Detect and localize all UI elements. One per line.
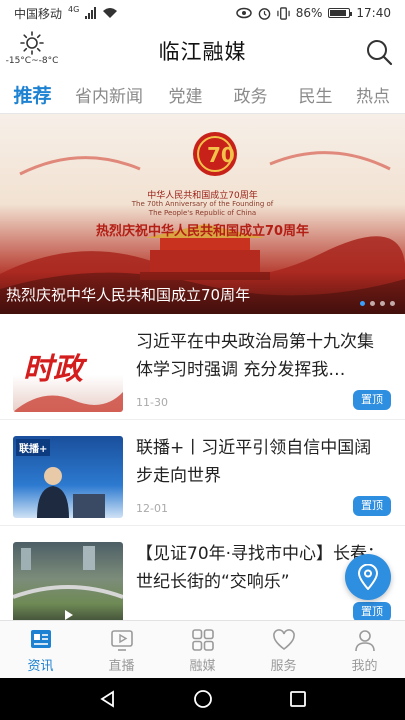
location-pin-icon: [357, 564, 379, 590]
tab-government[interactable]: 政务: [218, 82, 283, 107]
bottom-tab-news[interactable]: 资讯: [0, 621, 81, 678]
grid-icon: [191, 629, 214, 651]
weather-temperature: -15°C~-8°C: [5, 56, 59, 66]
bottom-tab-profile[interactable]: 我的: [324, 621, 405, 678]
clock: 17:40: [356, 6, 391, 20]
carousel-dot[interactable]: [370, 301, 375, 306]
news-date: 11-30: [136, 396, 168, 409]
app-header: -15°C~-8°C 临江融媒: [0, 26, 405, 76]
search-icon[interactable]: [365, 38, 393, 66]
status-left: 中国移动 4G: [14, 5, 118, 22]
tab-hot[interactable]: 热点: [348, 82, 398, 107]
carrier-name: 中国移动: [14, 6, 63, 21]
carousel-dot[interactable]: [390, 301, 395, 306]
carousel-dot[interactable]: [360, 301, 365, 306]
bottom-tab-bar: 资讯 直播 融媒 服务 我的: [0, 620, 405, 678]
bottom-tab-media[interactable]: 融媒: [162, 621, 243, 678]
bottom-tab-label: 我的: [351, 659, 378, 674]
weather-widget[interactable]: -15°C~-8°C: [4, 30, 60, 66]
tab-province-news[interactable]: 省内新闻: [65, 82, 153, 107]
banner-carousel[interactable]: 70 中华人民共和国成立70周年 The 70th Anniversary of…: [0, 114, 405, 314]
tab-party-building[interactable]: 党建: [153, 82, 218, 107]
emblem-number: 70: [207, 143, 235, 167]
pinned-badge: 置顶: [353, 602, 391, 620]
tab-recommend[interactable]: 推荐: [0, 81, 65, 108]
battery-percent: 86%: [295, 6, 323, 20]
recents-icon[interactable]: [288, 689, 308, 709]
back-icon[interactable]: [98, 689, 118, 709]
poster-subtitle-en2: The People's Republic of China: [148, 209, 257, 217]
vibrate-icon: [277, 6, 290, 20]
page-title: 临江融媒: [158, 40, 247, 64]
poster-subtitle-en1: The 70th Anniversary of the Founding of: [131, 200, 274, 208]
heart-icon: [272, 629, 295, 650]
live-icon: [110, 630, 133, 651]
news-thumbnail: 时政: [13, 330, 123, 412]
bottom-tab-label: 直播: [108, 659, 135, 674]
network-type: 4G: [68, 4, 80, 14]
user-icon: [354, 630, 375, 652]
carousel-dots: [360, 301, 395, 306]
news-item[interactable]: 时政 习近平在中央政治局第十九次集体学习时强调 充分发挥我… 11-30 置顶: [0, 314, 405, 420]
news-title: 联播+丨习近平引领自信中国阔步走向世界: [136, 438, 372, 486]
tab-livelihood[interactable]: 民生: [283, 82, 348, 107]
system-nav-bar: [0, 678, 405, 720]
status-bar: 中国移动 4G 86% 17:40: [0, 0, 405, 26]
status-right: 86% 17:40: [235, 6, 391, 20]
bottom-tab-live[interactable]: 直播: [81, 621, 162, 678]
banner-caption: 热烈庆祝中华人民共和国成立70周年: [6, 286, 251, 304]
wifi-icon: [103, 8, 118, 18]
sun-icon: [20, 31, 44, 55]
news-thumbnail: [13, 542, 123, 620]
home-icon[interactable]: [193, 689, 213, 709]
news-date: 12-01: [136, 502, 168, 515]
news-thumbnail: 联播+: [13, 436, 123, 518]
pinned-badge: 置顶: [353, 496, 391, 516]
news-item[interactable]: 联播+ 联播+丨习近平引领自信中国阔步走向世界 12-01 置顶: [0, 420, 405, 526]
bottom-tab-label: 资讯: [27, 659, 54, 674]
eye-icon: [235, 7, 252, 19]
poster-slogan: 热烈庆祝中华人民共和国成立70周年: [95, 224, 310, 239]
location-button[interactable]: [345, 554, 391, 600]
battery-icon: [328, 8, 353, 18]
carousel-dot[interactable]: [380, 301, 385, 306]
bottom-tab-label: 服务: [270, 659, 297, 674]
alarm-icon: [258, 7, 271, 20]
news-icon: [30, 630, 51, 648]
bottom-tab-service[interactable]: 服务: [243, 621, 324, 678]
category-tabs: 推荐 省内新闻 党建 政务 民生 热点: [0, 76, 405, 114]
signal-icon: [85, 7, 97, 19]
bottom-tab-label: 融媒: [189, 659, 216, 674]
pinned-badge: 置顶: [353, 390, 391, 410]
news-title: 习近平在中央政治局第十九次集体学习时强调 充分发挥我…: [136, 332, 374, 380]
